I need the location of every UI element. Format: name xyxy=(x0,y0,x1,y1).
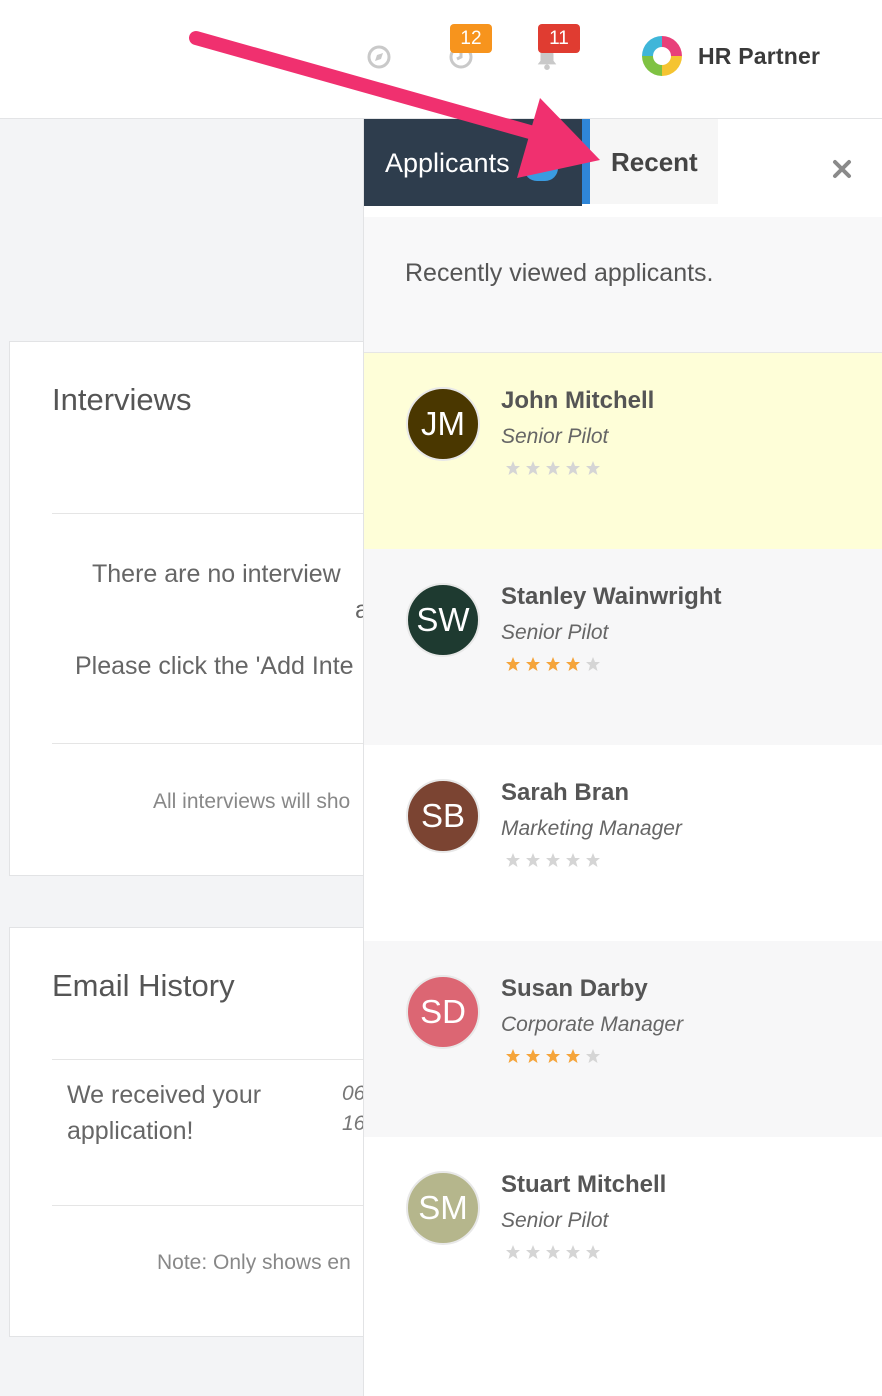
applicant-role: Senior Pilot xyxy=(501,1209,609,1232)
avatar[interactable]: SD xyxy=(406,975,480,1049)
star-filled-icon xyxy=(506,657,520,671)
brand-name: HR Partner xyxy=(698,42,821,69)
email-history-title: Email History xyxy=(52,968,235,1003)
applicant-name[interactable]: Stuart Mitchell xyxy=(501,1171,666,1199)
applicant-name[interactable]: Susan Darby xyxy=(501,975,648,1003)
top-bar: 12 11 HR Partner xyxy=(0,0,882,119)
star-empty-icon xyxy=(566,461,580,475)
star-filled-icon xyxy=(526,657,540,671)
interviews-note: All interviews will sho xyxy=(153,790,351,813)
star-rating xyxy=(505,1244,601,1260)
avatar[interactable]: SW xyxy=(406,583,480,657)
star-empty-icon xyxy=(546,853,560,867)
star-rating xyxy=(505,1048,601,1064)
applicant-row[interactable]: SW Stanley Wainwright Senior Pilot xyxy=(364,549,882,745)
star-filled-icon xyxy=(566,657,580,671)
applicant-row[interactable]: SB Sarah Bran Marketing Manager xyxy=(364,745,882,941)
star-empty-icon xyxy=(526,1245,540,1259)
email-entry-subject[interactable]: We received your xyxy=(67,1081,261,1110)
applicant-role: Senior Pilot xyxy=(501,621,609,644)
applicant-role: Marketing Manager xyxy=(501,817,682,840)
interviews-empty-instruction: Please click the 'Add Inte xyxy=(75,652,354,680)
applicant-name[interactable]: John Mitchell xyxy=(501,387,654,415)
star-empty-icon xyxy=(546,1245,560,1259)
star-empty-icon xyxy=(546,461,560,475)
avatar[interactable]: SM xyxy=(406,1171,480,1245)
star-empty-icon xyxy=(586,461,600,475)
star-empty-icon xyxy=(506,461,520,475)
notifications-badge[interactable]: 11 xyxy=(538,24,580,53)
applicant-role: Senior Pilot xyxy=(501,425,609,448)
applicant-role: Corporate Manager xyxy=(501,1013,684,1036)
tab-recent[interactable]: Recent xyxy=(582,119,718,204)
email-entry-time: 16 xyxy=(342,1112,366,1135)
star-rating xyxy=(505,656,601,672)
applicant-row[interactable]: SM Stuart Mitchell Senior Pilot xyxy=(364,1137,882,1333)
hr-partner-logo-icon xyxy=(642,36,682,76)
star-empty-icon xyxy=(586,853,600,867)
email-history-divider xyxy=(52,1059,408,1060)
avatar[interactable]: SB xyxy=(406,779,480,853)
panel-subheader: Recently viewed applicants. xyxy=(364,217,882,353)
applicants-count-dot xyxy=(524,155,558,181)
star-empty-icon xyxy=(586,1245,600,1259)
star-filled-icon xyxy=(546,1049,560,1063)
star-rating xyxy=(505,852,601,868)
email-history-note: Note: Only shows en xyxy=(157,1251,351,1274)
star-filled-icon xyxy=(546,657,560,671)
star-rating xyxy=(505,460,601,476)
email-history-divider-2 xyxy=(52,1205,408,1206)
star-empty-icon xyxy=(506,853,520,867)
tab-recent-label: Recent xyxy=(611,147,698,177)
brand[interactable]: HR Partner xyxy=(640,34,820,78)
panel-subtitle: Recently viewed applicants. xyxy=(405,259,714,287)
interviews-card: Interviews There are no interview a Plea… xyxy=(9,341,409,876)
star-empty-icon xyxy=(566,1245,580,1259)
avatar[interactable]: JM xyxy=(406,387,480,461)
interviews-divider xyxy=(52,513,408,514)
email-history-card: Email History We received your applicati… xyxy=(9,927,409,1337)
star-empty-icon xyxy=(526,853,540,867)
star-empty-icon xyxy=(526,461,540,475)
star-empty-icon xyxy=(586,657,600,671)
email-entry-subject-line2[interactable]: application! xyxy=(67,1117,193,1146)
star-empty-icon xyxy=(506,1245,520,1259)
compass-icon[interactable] xyxy=(366,44,392,70)
applicant-row[interactable]: JM John Mitchell Senior Pilot xyxy=(364,353,882,549)
interviews-divider-2 xyxy=(52,743,408,744)
star-filled-icon xyxy=(506,1049,520,1063)
star-filled-icon xyxy=(526,1049,540,1063)
recent-applicants-panel: Applicants Recent Recently viewed applic… xyxy=(363,119,882,1396)
interviews-title: Interviews xyxy=(52,382,192,417)
star-filled-icon xyxy=(566,1049,580,1063)
applicant-name[interactable]: Sarah Bran xyxy=(501,779,629,807)
applicant-name[interactable]: Stanley Wainwright xyxy=(501,583,721,611)
timer-badge[interactable]: 12 xyxy=(450,24,492,53)
interviews-empty-text: There are no interview xyxy=(92,560,341,588)
star-empty-icon xyxy=(586,1049,600,1063)
applicant-row[interactable]: SD Susan Darby Corporate Manager xyxy=(364,941,882,1137)
tab-applicants[interactable]: Applicants xyxy=(364,119,582,206)
close-icon[interactable] xyxy=(830,157,854,181)
email-entry-date: 06 xyxy=(342,1082,366,1105)
star-empty-icon xyxy=(566,853,580,867)
tab-applicants-label: Applicants xyxy=(385,148,510,178)
